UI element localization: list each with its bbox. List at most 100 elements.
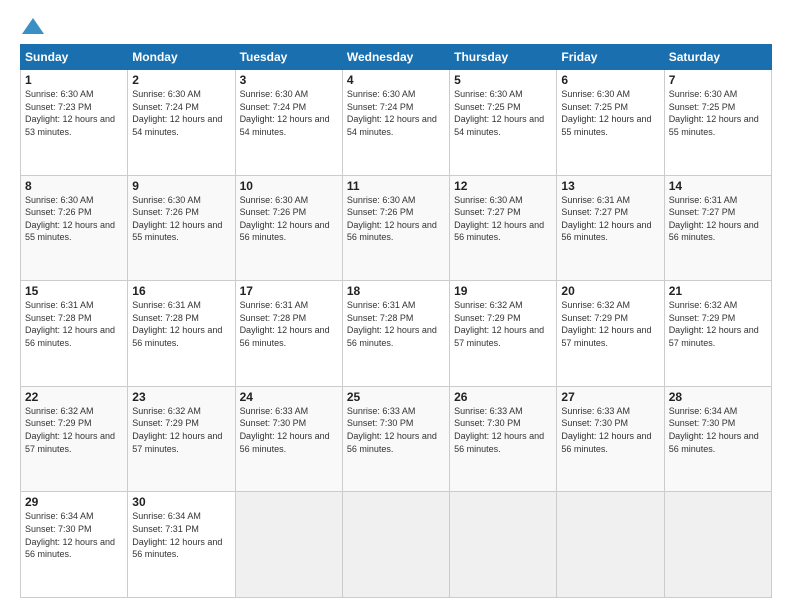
calendar-week-row: 29Sunrise: 6:34 AMSunset: 7:30 PMDayligh… — [21, 492, 772, 598]
day-number: 12 — [454, 179, 552, 193]
day-number: 2 — [132, 73, 230, 87]
day-info: Sunrise: 6:30 AMSunset: 7:26 PMDaylight:… — [240, 194, 338, 244]
day-number: 15 — [25, 284, 123, 298]
calendar-week-row: 22Sunrise: 6:32 AMSunset: 7:29 PMDayligh… — [21, 386, 772, 492]
day-number: 11 — [347, 179, 445, 193]
calendar-day-cell: 16Sunrise: 6:31 AMSunset: 7:28 PMDayligh… — [128, 281, 235, 387]
day-number: 14 — [669, 179, 767, 193]
day-info: Sunrise: 6:31 AMSunset: 7:28 PMDaylight:… — [132, 299, 230, 349]
day-info: Sunrise: 6:33 AMSunset: 7:30 PMDaylight:… — [347, 405, 445, 455]
day-number: 8 — [25, 179, 123, 193]
day-number: 29 — [25, 495, 123, 509]
calendar-day-cell: 8Sunrise: 6:30 AMSunset: 7:26 PMDaylight… — [21, 175, 128, 281]
calendar-week-row: 15Sunrise: 6:31 AMSunset: 7:28 PMDayligh… — [21, 281, 772, 387]
calendar-day-cell: 27Sunrise: 6:33 AMSunset: 7:30 PMDayligh… — [557, 386, 664, 492]
day-number: 20 — [561, 284, 659, 298]
day-info: Sunrise: 6:31 AMSunset: 7:27 PMDaylight:… — [561, 194, 659, 244]
weekday-header-thursday: Thursday — [450, 45, 557, 70]
day-info: Sunrise: 6:30 AMSunset: 7:24 PMDaylight:… — [132, 88, 230, 138]
day-info: Sunrise: 6:30 AMSunset: 7:25 PMDaylight:… — [561, 88, 659, 138]
calendar-week-row: 1Sunrise: 6:30 AMSunset: 7:23 PMDaylight… — [21, 70, 772, 176]
day-number: 23 — [132, 390, 230, 404]
day-info: Sunrise: 6:32 AMSunset: 7:29 PMDaylight:… — [669, 299, 767, 349]
calendar-day-cell: 5Sunrise: 6:30 AMSunset: 7:25 PMDaylight… — [450, 70, 557, 176]
day-info: Sunrise: 6:31 AMSunset: 7:28 PMDaylight:… — [240, 299, 338, 349]
weekday-header-monday: Monday — [128, 45, 235, 70]
calendar-day-cell: 20Sunrise: 6:32 AMSunset: 7:29 PMDayligh… — [557, 281, 664, 387]
day-number: 7 — [669, 73, 767, 87]
calendar-day-cell: 2Sunrise: 6:30 AMSunset: 7:24 PMDaylight… — [128, 70, 235, 176]
day-info: Sunrise: 6:30 AMSunset: 7:26 PMDaylight:… — [132, 194, 230, 244]
calendar-day-cell: 28Sunrise: 6:34 AMSunset: 7:30 PMDayligh… — [664, 386, 771, 492]
weekday-header-saturday: Saturday — [664, 45, 771, 70]
calendar-day-cell: 19Sunrise: 6:32 AMSunset: 7:29 PMDayligh… — [450, 281, 557, 387]
page: SundayMondayTuesdayWednesdayThursdayFrid… — [0, 0, 792, 612]
day-info: Sunrise: 6:30 AMSunset: 7:23 PMDaylight:… — [25, 88, 123, 138]
calendar-day-cell: 21Sunrise: 6:32 AMSunset: 7:29 PMDayligh… — [664, 281, 771, 387]
calendar-day-cell: 24Sunrise: 6:33 AMSunset: 7:30 PMDayligh… — [235, 386, 342, 492]
calendar-day-cell: 26Sunrise: 6:33 AMSunset: 7:30 PMDayligh… — [450, 386, 557, 492]
calendar-week-row: 8 Sunrise: 6:30 AMSunset: 7:26 PMDaylight… — [21, 175, 772, 281]
day-number: 27 — [561, 390, 659, 404]
day-info: Sunrise: 6:32 AMSunset: 7:29 PMDaylight:… — [25, 405, 123, 455]
weekday-header-tuesday: Tuesday — [235, 45, 342, 70]
calendar-day-cell: 11Sunrise: 6:30 AMSunset: 7:26 PMDayligh… — [342, 175, 449, 281]
day-number: 5 — [454, 73, 552, 87]
day-info: Sunrise: 6:34 AMSunset: 7:30 PMDaylight:… — [25, 510, 123, 560]
calendar-day-cell: 14Sunrise: 6:31 AMSunset: 7:27 PMDayligh… — [664, 175, 771, 281]
day-info: Sunrise: 6:31 AMSunset: 7:28 PMDaylight:… — [25, 299, 123, 349]
day-number: 17 — [240, 284, 338, 298]
day-number: 1 — [25, 73, 123, 87]
header — [20, 18, 772, 36]
day-info: Sunrise: 6:31 AMSunset: 7:28 PMDaylight:… — [347, 299, 445, 349]
day-info: Sunrise: 6:33 AMSunset: 7:30 PMDaylight:… — [240, 405, 338, 455]
day-number: 4 — [347, 73, 445, 87]
day-info: Sunrise: 6:32 AMSunset: 7:29 PMDaylight:… — [132, 405, 230, 455]
calendar-day-cell: 6Sunrise: 6:30 AMSunset: 7:25 PMDaylight… — [557, 70, 664, 176]
calendar-day-cell: 22Sunrise: 6:32 AMSunset: 7:29 PMDayligh… — [21, 386, 128, 492]
calendar-day-cell: 9Sunrise: 6:30 AMSunset: 7:26 PMDaylight… — [128, 175, 235, 281]
calendar-day-cell: 3Sunrise: 6:30 AMSunset: 7:24 PMDaylight… — [235, 70, 342, 176]
day-info: Sunrise: 6:34 AMSunset: 7:30 PMDaylight:… — [669, 405, 767, 455]
day-info: Sunrise: 6:34 AMSunset: 7:31 PMDaylight:… — [132, 510, 230, 560]
logo-icon — [22, 18, 44, 34]
weekday-header-friday: Friday — [557, 45, 664, 70]
day-info: Sunrise: 6:31 AMSunset: 7:27 PMDaylight:… — [669, 194, 767, 244]
day-number: 9 — [132, 179, 230, 193]
day-info: Sunrise: 6:30 AMSunset: 7:24 PMDaylight:… — [347, 88, 445, 138]
day-number: 10 — [240, 179, 338, 193]
calendar-day-cell: 15Sunrise: 6:31 AMSunset: 7:28 PMDayligh… — [21, 281, 128, 387]
day-number: 16 — [132, 284, 230, 298]
day-info: Sunrise: 6:30 AMSunset: 7:27 PMDaylight:… — [454, 194, 552, 244]
day-info: Sunrise: 6:32 AMSunset: 7:29 PMDaylight:… — [561, 299, 659, 349]
weekday-header-sunday: Sunday — [21, 45, 128, 70]
day-number: 24 — [240, 390, 338, 404]
calendar-day-cell: 1Sunrise: 6:30 AMSunset: 7:23 PMDaylight… — [21, 70, 128, 176]
day-info: Sunrise: 6:30 AMSunset: 7:25 PMDaylight:… — [454, 88, 552, 138]
calendar-day-cell: 4Sunrise: 6:30 AMSunset: 7:24 PMDaylight… — [342, 70, 449, 176]
day-number: 3 — [240, 73, 338, 87]
calendar-day-cell: 23Sunrise: 6:32 AMSunset: 7:29 PMDayligh… — [128, 386, 235, 492]
day-info: Sunrise: 6:30 AMSunset: 7:24 PMDaylight:… — [240, 88, 338, 138]
calendar-day-cell: 18Sunrise: 6:31 AMSunset: 7:28 PMDayligh… — [342, 281, 449, 387]
day-number: 21 — [669, 284, 767, 298]
day-info: Sunrise: 6:30 AMSunset: 7:25 PMDaylight:… — [669, 88, 767, 138]
day-number: 19 — [454, 284, 552, 298]
day-number: 30 — [132, 495, 230, 509]
day-number: 18 — [347, 284, 445, 298]
calendar-day-cell: 10Sunrise: 6:30 AMSunset: 7:26 PMDayligh… — [235, 175, 342, 281]
day-number: 13 — [561, 179, 659, 193]
day-info: Sunrise: 6:32 AMSunset: 7:29 PMDaylight:… — [454, 299, 552, 349]
day-info: Sunrise: 6:33 AMSunset: 7:30 PMDaylight:… — [561, 405, 659, 455]
weekday-header-wednesday: Wednesday — [342, 45, 449, 70]
day-number: 25 — [347, 390, 445, 404]
day-info: Sunrise: 6:30 AMSunset: 7:26 PMDaylight:… — [347, 194, 445, 244]
calendar-day-cell — [235, 492, 342, 598]
calendar-day-cell: 30Sunrise: 6:34 AMSunset: 7:31 PMDayligh… — [128, 492, 235, 598]
day-number: 6 — [561, 73, 659, 87]
calendar-day-cell: 7Sunrise: 6:30 AMSunset: 7:25 PMDaylight… — [664, 70, 771, 176]
calendar-day-cell: 12Sunrise: 6:30 AMSunset: 7:27 PMDayligh… — [450, 175, 557, 281]
calendar-day-cell — [450, 492, 557, 598]
calendar-day-cell: 17Sunrise: 6:31 AMSunset: 7:28 PMDayligh… — [235, 281, 342, 387]
weekday-header-row: SundayMondayTuesdayWednesdayThursdayFrid… — [21, 45, 772, 70]
